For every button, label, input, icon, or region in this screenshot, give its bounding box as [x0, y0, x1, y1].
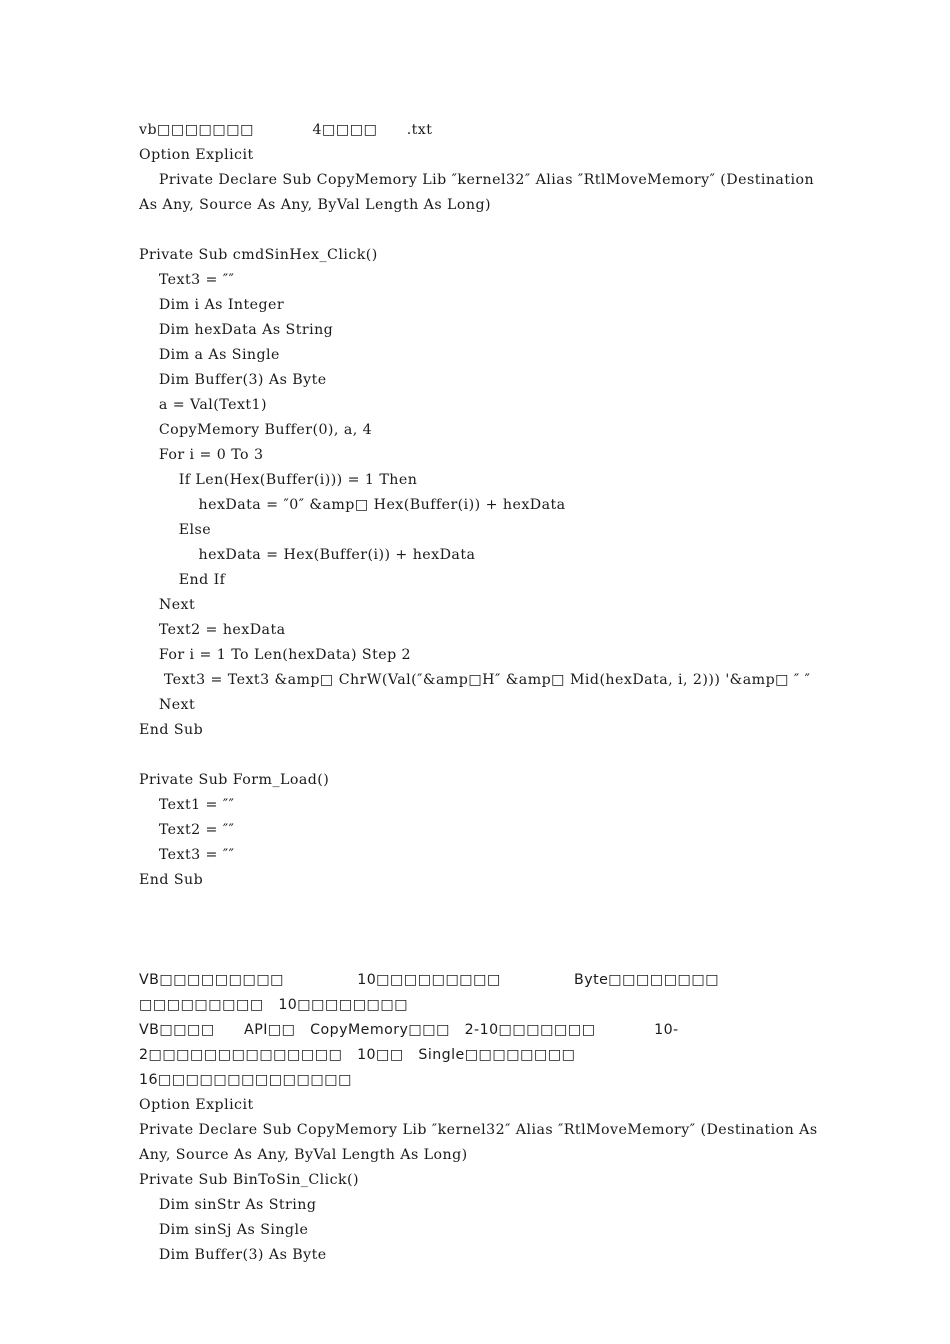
text-line: Dim hexData As String: [139, 322, 334, 338]
text-line: Dim sinSj As Single: [139, 1222, 309, 1238]
text-line: Text3 = ″″: [139, 847, 235, 863]
text-line: Private Sub BinToSin_Click(): [139, 1172, 360, 1188]
text-line: Text3 = Text3 &amp□ ChrW(Val(″&amp□H″ &a…: [139, 672, 811, 688]
text-line-blank: [139, 743, 829, 768]
text-line: VB□□□□ API□□ CopyMemory□□□ 2-10□□□□□□□ 1…: [139, 1022, 679, 1088]
text-line: Dim sinStr As String: [139, 1197, 317, 1213]
text-line: hexData = ″0″ &amp□ Hex(Buffer(i)) + hex…: [139, 497, 566, 513]
text-line: VB□□□□□□□□□ 10□□□□□□□□□ Byte□□□□□□□□ □□□…: [139, 972, 778, 1013]
text-line: Private Declare Sub CopyMemory Lib ″kern…: [139, 172, 820, 213]
text-line: Next: [139, 597, 196, 613]
text-line: Else: [139, 522, 212, 538]
text-line: Text2 = hexData: [139, 622, 286, 638]
text-line-blank: [139, 893, 829, 918]
text-line: Dim a As Single: [139, 347, 280, 363]
text-line: End If: [139, 572, 226, 588]
text-line: Dim i As Integer: [139, 297, 285, 313]
text-line: Option Explicit: [139, 147, 254, 163]
text-line: Private Sub cmdSinHex_Click(): [139, 247, 378, 263]
text-line: For i = 1 To Len(hexData) Step 2: [139, 647, 412, 663]
text-line: Text3 = ″″: [139, 272, 235, 288]
text-line: End Sub: [139, 722, 204, 738]
text-line: Next: [139, 697, 196, 713]
text-line-blank: [139, 218, 829, 243]
text-line: Private Declare Sub CopyMemory Lib ″kern…: [139, 1122, 823, 1163]
text-line: CopyMemory Buffer(0), a, 4: [139, 422, 373, 438]
document-text-body: vb□□□□□□□ 4□□□□ .txt Option Explicit Pri…: [139, 118, 829, 1268]
text-line: Text2 = ″″: [139, 822, 235, 838]
text-line-blank: [139, 918, 829, 943]
text-line: For i = 0 To 3: [139, 447, 264, 463]
text-line: vb□□□□□□□ 4□□□□ .txt: [139, 122, 433, 138]
text-line-blank: [139, 943, 829, 968]
document-page: vb□□□□□□□ 4□□□□ .txt Option Explicit Pri…: [0, 0, 950, 1344]
text-line: Private Sub Form_Load(): [139, 772, 330, 788]
text-line: Text1 = ″″: [139, 797, 235, 813]
text-line: Dim Buffer(3) As Byte: [139, 372, 327, 388]
text-line: Option Explicit: [139, 1097, 254, 1113]
text-line: End Sub: [139, 872, 204, 888]
text-line: Dim Buffer(3) As Byte: [139, 1247, 327, 1263]
text-line: If Len(Hex(Buffer(i))) = 1 Then: [139, 472, 418, 488]
text-line: hexData = Hex(Buffer(i)) + hexData: [139, 547, 476, 563]
text-line: a = Val(Text1): [139, 397, 268, 413]
